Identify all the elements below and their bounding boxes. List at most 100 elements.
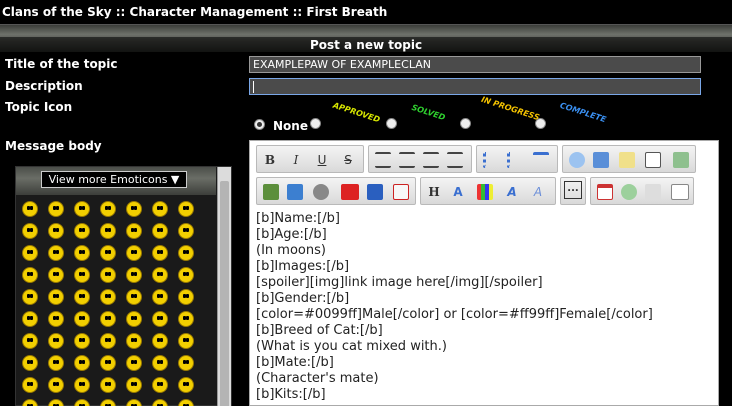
quote-icon[interactable] [569,152,585,168]
emoticon-icon[interactable] [100,223,116,239]
emoticon-icon[interactable] [126,377,142,393]
source-mode-icon[interactable] [671,184,689,200]
emoticon-icon[interactable] [126,355,142,371]
numbered-list-icon[interactable] [507,152,523,168]
align-right-icon[interactable] [423,152,439,168]
emoticon-icon[interactable] [22,245,38,261]
emoticon-icon[interactable] [74,399,90,406]
emoticon-icon[interactable] [126,201,142,217]
view-more-emoticons-button[interactable]: View more Emoticons ▼ [41,171,187,188]
message-textarea[interactable]: [b]Name:[/b] [b]Age:[/b] (In moons) [b]Imag… [254,209,714,405]
title-input[interactable]: EXAMPLEPAW OF EXAMPLECLAN [249,56,701,73]
emoticon-icon[interactable] [22,267,38,283]
breadcrumb-section-link[interactable]: Character Management [130,5,289,19]
emoticon-icon[interactable] [22,223,38,239]
icon-radio-approved[interactable] [310,118,321,129]
emoticon-icon[interactable] [100,399,116,406]
emoticon-icon[interactable] [126,333,142,349]
emoticon-icon[interactable] [48,333,64,349]
breadcrumb-subforum-link[interactable]: First Breath [306,5,387,19]
emoticon-icon[interactable] [126,399,142,406]
hide-icon[interactable] [645,152,661,168]
emoticon-icon[interactable] [152,289,168,305]
emoticon-icon[interactable] [126,311,142,327]
bullet-list-icon[interactable] [483,152,499,168]
emoticon-icon[interactable] [126,289,142,305]
emoticon-icon[interactable] [22,289,38,305]
emoticon-icon[interactable] [152,201,168,217]
emoticon-icon[interactable] [74,201,90,217]
emoticon-icon[interactable] [48,289,64,305]
time-icon[interactable] [621,184,637,200]
scrollbar-thumb[interactable] [220,181,229,406]
image-upload-icon[interactable] [287,184,303,200]
emoticon-icon[interactable] [100,311,116,327]
emoticon-icon[interactable] [152,399,168,406]
emoticon-icon[interactable] [74,289,90,305]
emoticon-icon[interactable] [152,311,168,327]
emoticon-icon[interactable] [22,201,38,217]
emoticon-icon[interactable] [74,377,90,393]
youtube-icon[interactable] [341,184,359,200]
emoticon-icon[interactable] [152,245,168,261]
emoticon-icon[interactable] [152,377,168,393]
emoticon-icon[interactable] [48,245,64,261]
color-picker-icon[interactable] [477,184,493,200]
emoticon-icon[interactable] [178,201,194,217]
emoticon-icon[interactable] [74,223,90,239]
image-icon[interactable] [263,184,279,200]
align-center-icon[interactable] [399,152,415,168]
emoticon-icon[interactable] [74,311,90,327]
emoticon-icon[interactable] [100,289,116,305]
file-icon[interactable] [393,184,409,200]
emoticon-icon[interactable] [126,267,142,283]
emoticon-icon[interactable] [178,333,194,349]
emoticon-icon[interactable] [74,333,90,349]
more-options-button[interactable]: ... [564,181,582,199]
underline-button[interactable]: U [313,151,331,169]
icon-radio-solved[interactable] [386,118,397,129]
emoticon-icon[interactable] [48,377,64,393]
emoticon-icon[interactable] [178,355,194,371]
emoticon-icon[interactable] [178,289,194,305]
emoticon-icon[interactable] [74,355,90,371]
emoticon-icon[interactable] [48,311,64,327]
paste-icon[interactable] [645,184,661,200]
font-size-button[interactable]: A [449,183,467,201]
emoticon-icon[interactable] [22,311,38,327]
description-input[interactable] [249,78,701,95]
emoticon-icon[interactable] [74,245,90,261]
table-icon[interactable] [673,152,689,168]
strike-button[interactable]: S [339,151,357,169]
emoticon-icon[interactable] [22,377,38,393]
emoticon-icon[interactable] [178,399,194,406]
flash-icon[interactable] [367,184,383,200]
emoticon-icon[interactable] [48,399,64,406]
emoticon-icon[interactable] [48,201,64,217]
emoticon-icon[interactable] [22,399,38,406]
emoticon-icon[interactable] [152,333,168,349]
text-effect-button[interactable]: A [529,183,547,201]
emoticon-icon[interactable] [48,223,64,239]
bold-button[interactable]: B [261,151,279,169]
horizontal-rule-icon[interactable] [533,152,549,168]
emoticon-icon[interactable] [152,267,168,283]
emoticon-icon[interactable] [100,245,116,261]
date-icon[interactable] [597,184,613,200]
emoticon-icon[interactable] [152,355,168,371]
spoiler-icon[interactable] [619,152,635,168]
italic-button[interactable]: I [287,151,305,169]
emoticon-icon[interactable] [178,267,194,283]
emoticon-icon[interactable] [22,333,38,349]
emoticon-icon[interactable] [48,355,64,371]
emoticon-icon[interactable] [100,355,116,371]
emoticon-icon[interactable] [178,223,194,239]
emoticon-icon[interactable] [152,223,168,239]
emoticon-icon[interactable] [22,355,38,371]
breadcrumb-forum-link[interactable]: Clans of the Sky [2,5,112,19]
emoticon-icon[interactable] [100,333,116,349]
emoticon-icon[interactable] [100,267,116,283]
emoticon-icon[interactable] [178,311,194,327]
emoticon-icon[interactable] [74,267,90,283]
align-justify-icon[interactable] [447,152,463,168]
